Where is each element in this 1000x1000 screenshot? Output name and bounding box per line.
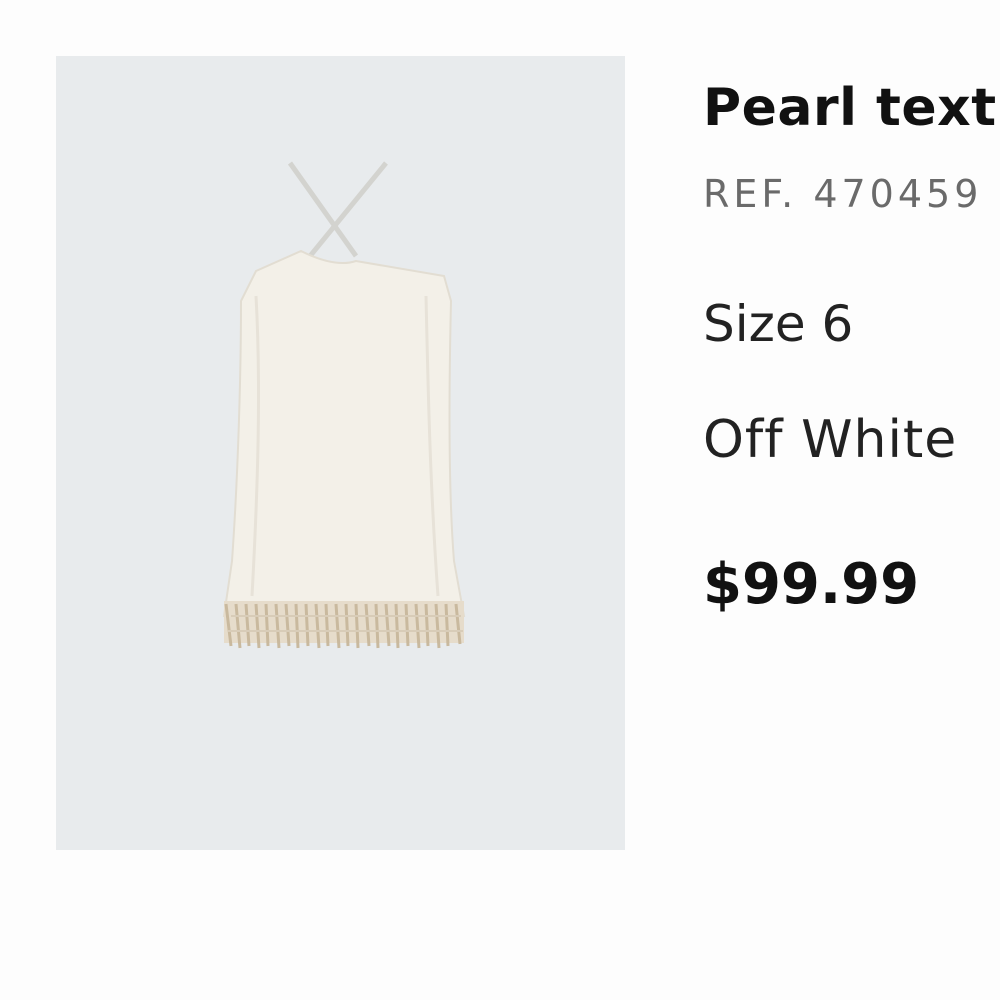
strap-right <box>304 161 388 263</box>
dress-photo-icon <box>222 161 466 649</box>
product-info: Pearl text REF. 470459 Size 6 Off White … <box>703 0 1000 1000</box>
product-color: Off White <box>703 410 958 470</box>
product-image[interactable] <box>56 56 625 850</box>
fringe-hem <box>224 601 464 649</box>
dress-body <box>222 249 466 617</box>
product-reference: REF. 470459 <box>703 172 983 216</box>
product-size: Size 6 <box>703 295 854 353</box>
product-price: $99.99 <box>703 552 920 617</box>
product-title[interactable]: Pearl text <box>703 78 997 138</box>
product-card: Pearl text REF. 470459 Size 6 Off White … <box>0 0 1000 1000</box>
